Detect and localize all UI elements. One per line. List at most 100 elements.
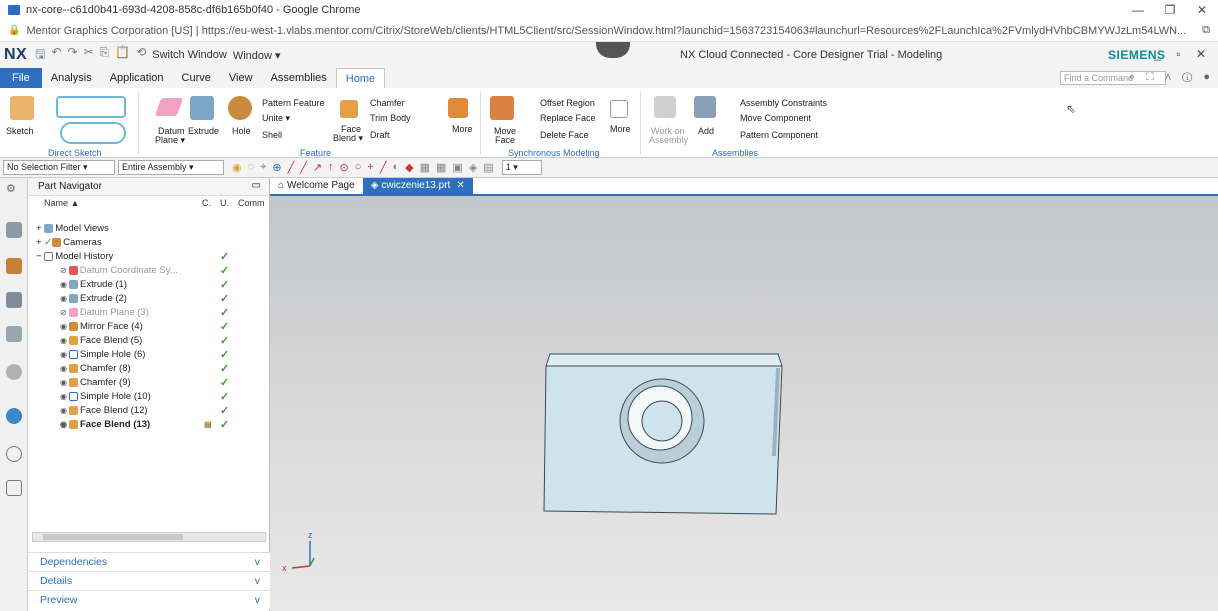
- cut-icon[interactable]: ✂: [84, 45, 94, 66]
- add-component-icon[interactable]: [694, 96, 716, 118]
- sketch-label[interactable]: Sketch: [6, 126, 34, 136]
- hole-label[interactable]: Hole: [232, 126, 251, 136]
- system-scene-icon[interactable]: [6, 480, 22, 496]
- address-bar[interactable]: 🔒 Mentor Graphics Corporation [US] | htt…: [0, 20, 1218, 42]
- tab-home[interactable]: Home: [335, 68, 386, 88]
- more-sync-icon[interactable]: [610, 100, 628, 118]
- selection-filter-dropdown[interactable]: No Selection Filter ▾: [3, 160, 115, 175]
- dependencies-panel[interactable]: Dependencies v: [28, 552, 270, 571]
- tree-row-feature[interactable]: ◉ Face Blend (12) ✓: [28, 404, 268, 418]
- tree-row-model-history[interactable]: − Model History ✓: [28, 250, 268, 264]
- line-rectangle-icon[interactable]: [56, 96, 126, 118]
- tree-row-current-feature[interactable]: ◉ Face Blend (13) ▤ ✓: [28, 418, 268, 432]
- work-on-label2[interactable]: Assembly: [649, 135, 688, 145]
- navigator-scrollbar[interactable]: [32, 532, 266, 542]
- face-blend-icon[interactable]: [340, 100, 358, 118]
- col-c[interactable]: C.: [202, 198, 211, 208]
- window-menu[interactable]: Window ▾: [233, 49, 281, 62]
- redo-icon[interactable]: ↷: [68, 45, 78, 66]
- tree-row-cameras[interactable]: + ✓ Cameras: [28, 236, 268, 250]
- datum-plane-label2[interactable]: Plane ▾: [155, 135, 185, 146]
- replace-face-button[interactable]: Replace Face: [540, 113, 596, 123]
- more-feature-label[interactable]: More: [452, 124, 473, 134]
- settings-icon[interactable]: ⚙: [6, 182, 22, 198]
- tab-cwiczenie13[interactable]: ◈ cwiczenie13.prt ✕: [362, 178, 473, 194]
- chamfer-button[interactable]: Chamfer: [370, 98, 405, 108]
- part-navigator-icon[interactable]: [6, 222, 22, 238]
- tree-row-feature[interactable]: ◉ Extrude (1) ✓: [28, 278, 268, 292]
- tab-file[interactable]: File: [0, 68, 42, 88]
- history-icon[interactable]: [6, 446, 22, 462]
- minimize-button[interactable]: —: [1122, 0, 1154, 20]
- col-comm[interactable]: Comm: [238, 198, 265, 208]
- citrix-toolbar-handle[interactable]: [596, 42, 630, 58]
- datum-plane-icon[interactable]: [154, 98, 184, 116]
- details-panel[interactable]: Details v: [28, 571, 270, 590]
- pattern-component-button[interactable]: Pattern Component: [740, 130, 818, 140]
- tab-view[interactable]: View: [220, 68, 262, 88]
- model-view[interactable]: z x: [270, 196, 1218, 611]
- repeat-icon[interactable]: ⟲: [136, 45, 146, 66]
- snap-point-toolbar[interactable]: ◉ ◌ ⌖ ⊕ ╱ ╱ ↗ ↑ ⊙ ○ + ╱ ◐ ◆ ▦ ▦ ▣ ◈ ▤: [232, 161, 494, 174]
- graphics-window[interactable]: z x: [270, 196, 1218, 611]
- sketch-icon[interactable]: [10, 96, 34, 120]
- draft-button[interactable]: Draft: [370, 130, 390, 140]
- tree-row-feature[interactable]: ◉ Simple Hole (6) ✓: [28, 348, 268, 362]
- tree-row-feature[interactable]: ◉ Mirror Face (4) ✓: [28, 320, 268, 334]
- scope-dropdown[interactable]: Entire Assembly ▾: [118, 160, 224, 175]
- extrude-label[interactable]: Extrude: [188, 126, 219, 136]
- preview-panel[interactable]: Preview v: [28, 590, 270, 609]
- reuse-library-icon[interactable]: [6, 326, 22, 342]
- tab-assemblies[interactable]: Assemblies: [262, 68, 336, 88]
- save-icon[interactable]: 🖫: [35, 45, 45, 66]
- web-browser-icon[interactable]: [6, 364, 22, 380]
- offset-region-button[interactable]: Offset Region: [540, 98, 595, 108]
- close-button[interactable]: ✕: [1186, 0, 1218, 20]
- number-dropdown[interactable]: 1 ▾: [501, 160, 542, 175]
- roles-icon[interactable]: [6, 408, 22, 424]
- maximize-navigator-icon[interactable]: ▭: [252, 180, 261, 191]
- maximize-button[interactable]: ❐: [1154, 0, 1186, 20]
- constraint-navigator-icon[interactable]: [6, 292, 22, 308]
- paste-icon[interactable]: 📋: [115, 45, 130, 66]
- tree-row-feature[interactable]: ◉ Face Blend (5) ✓: [28, 334, 268, 348]
- col-name[interactable]: Name ▲: [44, 198, 79, 208]
- pattern-feature-button[interactable]: Pattern Feature: [262, 98, 325, 108]
- add-label[interactable]: Add: [698, 126, 714, 136]
- move-face-icon[interactable]: [490, 96, 514, 120]
- undo-icon[interactable]: ↶: [51, 45, 61, 66]
- tree-row-feature[interactable]: ◉ Simple Hole (10) ✓: [28, 390, 268, 404]
- trim-body-button[interactable]: Trim Body: [370, 113, 411, 123]
- assembly-constraints-button[interactable]: Assembly Constraints: [740, 98, 827, 108]
- delete-face-button[interactable]: Delete Face: [540, 130, 589, 140]
- tree-row-feature[interactable]: ◉ Chamfer (9) ✓: [28, 376, 268, 390]
- unite-button[interactable]: Unite ▾: [262, 113, 290, 124]
- url-text[interactable]: Mentor Graphics Corporation [US] | https…: [26, 25, 1196, 37]
- extrude-icon[interactable]: [190, 96, 214, 120]
- app-window-controls[interactable]: _ ▫ ✕: [1154, 47, 1212, 61]
- col-u[interactable]: U.: [220, 198, 229, 208]
- extension-icon[interactable]: ⧉: [1202, 24, 1210, 37]
- tab-analysis[interactable]: Analysis: [42, 68, 101, 88]
- move-face-label2[interactable]: Face: [495, 135, 515, 145]
- hole-icon[interactable]: [228, 96, 252, 120]
- shell-button[interactable]: Shell: [262, 130, 282, 140]
- more-feature-icon[interactable]: [448, 98, 468, 118]
- tree-row-feature[interactable]: ◉ Chamfer (8) ✓: [28, 362, 268, 376]
- tab-application[interactable]: Application: [101, 68, 173, 88]
- help-icons[interactable]: ⌕ ⛶ ∧ ⓘ ●: [1129, 71, 1214, 84]
- switch-window-button[interactable]: Switch Window: [152, 49, 227, 61]
- more-sync-label[interactable]: More: [610, 124, 631, 134]
- copy-icon[interactable]: ⎘: [100, 45, 110, 66]
- tree-row-feature[interactable]: ⊘ Datum Coordinate Sy... ✓: [28, 264, 268, 278]
- assembly-navigator-icon[interactable]: [6, 258, 22, 274]
- tab-curve[interactable]: Curve: [173, 68, 220, 88]
- tree-row-feature[interactable]: ⊘ Datum Plane (3) ✓: [28, 306, 268, 320]
- tab-welcome-page[interactable]: ⌂ Welcome Page: [270, 178, 363, 194]
- arc-circle-icon[interactable]: [60, 122, 126, 144]
- work-on-assembly-icon[interactable]: [654, 96, 676, 118]
- tree-row-model-views[interactable]: + Model Views: [28, 222, 268, 236]
- face-blend-label2[interactable]: Blend ▾: [333, 133, 363, 144]
- tree-row-feature[interactable]: ◉ Extrude (2) ✓: [28, 292, 268, 306]
- move-component-button[interactable]: Move Component: [740, 113, 811, 123]
